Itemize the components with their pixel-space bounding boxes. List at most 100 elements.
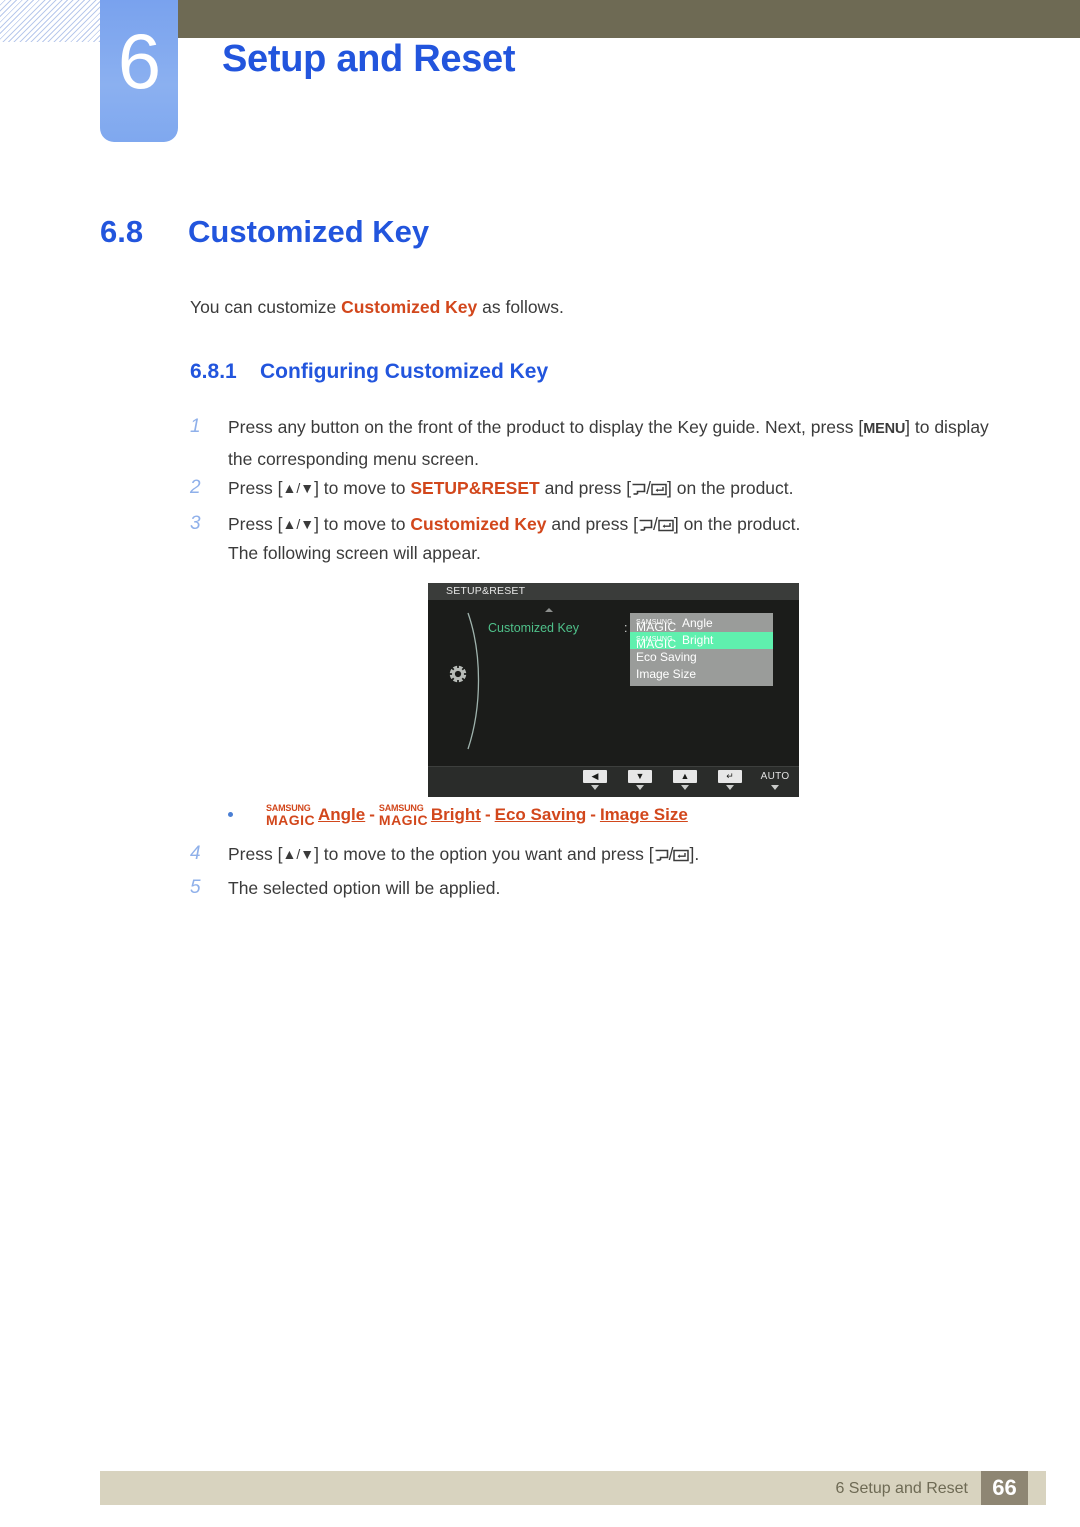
step-5: 5 The selected option will be applied. [190,873,500,903]
osd-button-down[interactable]: ▼ [625,770,655,790]
osd-option-item[interactable]: SAMSUNG MAGIC Angle [630,615,773,634]
down-marker-icon [771,785,779,790]
step-4: 4 Press [▲/▼] to move to the option you w… [190,839,699,871]
osd-button-enter[interactable]: ↵ [715,770,745,790]
step-3-highlight: Customized Key [410,514,547,534]
osd-colon: : [624,621,628,635]
down-marker-icon [591,785,599,790]
step-number: 3 [190,513,201,534]
osd-option-list[interactable]: SAMSUNG MAGIC Angle SAMSUNG MAGIC Bright Eco… [630,613,773,686]
osd-button-up[interactable]: ▲ [670,770,700,790]
osd-option-label: Bright [682,633,714,647]
up-down-arrow-icon: ▲/▼ [282,480,315,496]
menu-key-label: MENU [863,421,906,437]
back-key-icon [654,841,669,871]
option-list-bullet: SAMSUNG MAGIC Angle - SAMSUNG MAGIC Bright - Eco… [228,803,688,828]
osd-screenshot: SETUP&RESET Customized Key : SAMSUNG MAGI… [428,583,799,797]
footer-chapter-label: 6 Setup and Reset [835,1480,968,1497]
step-4-text-d: ]. [689,844,700,864]
subsection-title: Configuring Customized Key [260,360,549,383]
step-body: Press [▲/▼] to move to the option you wa… [228,839,699,871]
step-2-text-a: Press [ [228,478,283,498]
section-number: 6.8 [100,214,144,249]
down-marker-icon [636,785,644,790]
chapter-title: Setup and Reset [222,38,516,80]
separator: - [484,805,491,824]
samsung-magic-logo: SAMSUNG MAGIC [636,619,677,634]
samsung-magic-logo: SAMSUNG MAGIC [636,636,677,651]
step-4-text-a: Press [ [228,844,283,864]
enter-key-icon [658,511,674,541]
step-1: 1 Press any button on the front of the pr… [190,412,989,474]
step-1-line2: the corresponding menu screen. [228,449,479,469]
step-2-highlight: SETUP&RESET [410,478,540,498]
auto-label: AUTO [760,771,790,782]
osd-arc-decoration [467,612,480,750]
left-arrow-icon: ◀ [583,770,607,783]
osd-button-left[interactable]: ◀ [580,770,610,790]
step-2-text-c: and press [ [539,478,632,498]
up-arrow-icon: ▲ [673,770,697,783]
osd-option-label: Image Size [636,667,697,681]
osd-up-caret-icon [545,608,553,612]
section-intro: You can customize Customized Key as foll… [190,297,564,318]
step-2-text-b: ] to move to [314,478,411,498]
step-2-text-d: ] on the product. [667,478,794,498]
osd-option-item-selected[interactable]: SAMSUNG MAGIC Bright [630,632,773,651]
step-body: Press [▲/▼] to move to Customized Key an… [228,509,800,541]
step-3-note: The following screen will appear. [228,543,481,563]
step-body: Press any button on the front of the pro… [228,412,989,474]
enter-arrow-icon: ↵ [718,770,742,783]
enter-key-icon [673,841,690,871]
footer-page-number: 66 [981,1471,1028,1505]
step-3-text-d: ] on the product. [673,514,801,534]
osd-menu-label: Customized Key [488,621,580,635]
intro-text-before: You can customize [190,297,342,317]
osd-button-bar: ◀ ▼ ▲ ↵ AUTO ⏻ [428,766,799,797]
back-key-icon [631,475,646,505]
step-number: 5 [190,877,201,898]
separator: - [369,805,375,824]
osd-option-item[interactable]: Image Size [630,666,773,683]
chapter-number: 6 [117,17,161,105]
section-heading: 6.8 Customized Key [100,214,429,250]
link-magic-bright[interactable]: Bright [431,805,481,824]
osd-title-bar: SETUP&RESET [428,583,799,600]
link-image-size[interactable]: Image Size [600,805,688,824]
decorative-hatch-pattern [0,0,104,42]
step-1-text-a: Press any button on the front of the pro… [228,417,864,437]
enter-key-icon [651,475,667,505]
link-magic-angle[interactable]: Angle [318,805,365,824]
step-3-text-c: and press [ [546,514,638,534]
step-body: The selected option will be applied. [228,878,501,898]
back-key-icon [638,511,653,541]
up-down-arrow-icon: ▲/▼ [282,846,315,862]
separator: - [590,805,596,824]
down-arrow-icon: ▼ [628,770,652,783]
intro-highlight: Customized Key [341,297,478,317]
header-bar [104,0,1080,38]
step-number: 1 [190,416,201,437]
step-1-text-b: ] to display [905,417,989,437]
step-3: 3 Press [▲/▼] to move to Customized Key a… [190,509,800,541]
step-4-text-b: ] to move to the option you want and pre… [314,844,654,864]
step-body: Press [▲/▼] to move to SETUP&RESET and p… [228,473,794,505]
step-number: 4 [190,843,201,864]
link-eco-saving[interactable]: Eco Saving [495,805,587,824]
bullet-text: SAMSUNG MAGIC Angle - SAMSUNG MAGIC Bright - Eco… [266,803,688,828]
samsung-magic-logo: SAMSUNG MAGIC [378,803,429,828]
osd-option-label: Angle [682,616,713,630]
subsection-number: 6.8.1 [190,360,237,383]
section-title: Customized Key [188,214,430,249]
intro-text-after: as follows. [477,297,564,317]
down-marker-icon [681,785,689,790]
down-marker-icon [726,785,734,790]
step-3-text-a: Press [ [228,514,283,534]
step-number: 2 [190,477,201,498]
subsection-heading: 6.8.1 Configuring Customized Key [190,360,548,384]
osd-button-auto[interactable]: AUTO [760,770,790,790]
step-3-text-b: ] to move to [314,514,411,534]
bullet-dot-icon [228,812,233,817]
up-down-arrow-icon: ▲/▼ [282,516,315,532]
step-2: 2 Press [▲/▼] to move to SETUP&RESET and … [190,473,794,505]
